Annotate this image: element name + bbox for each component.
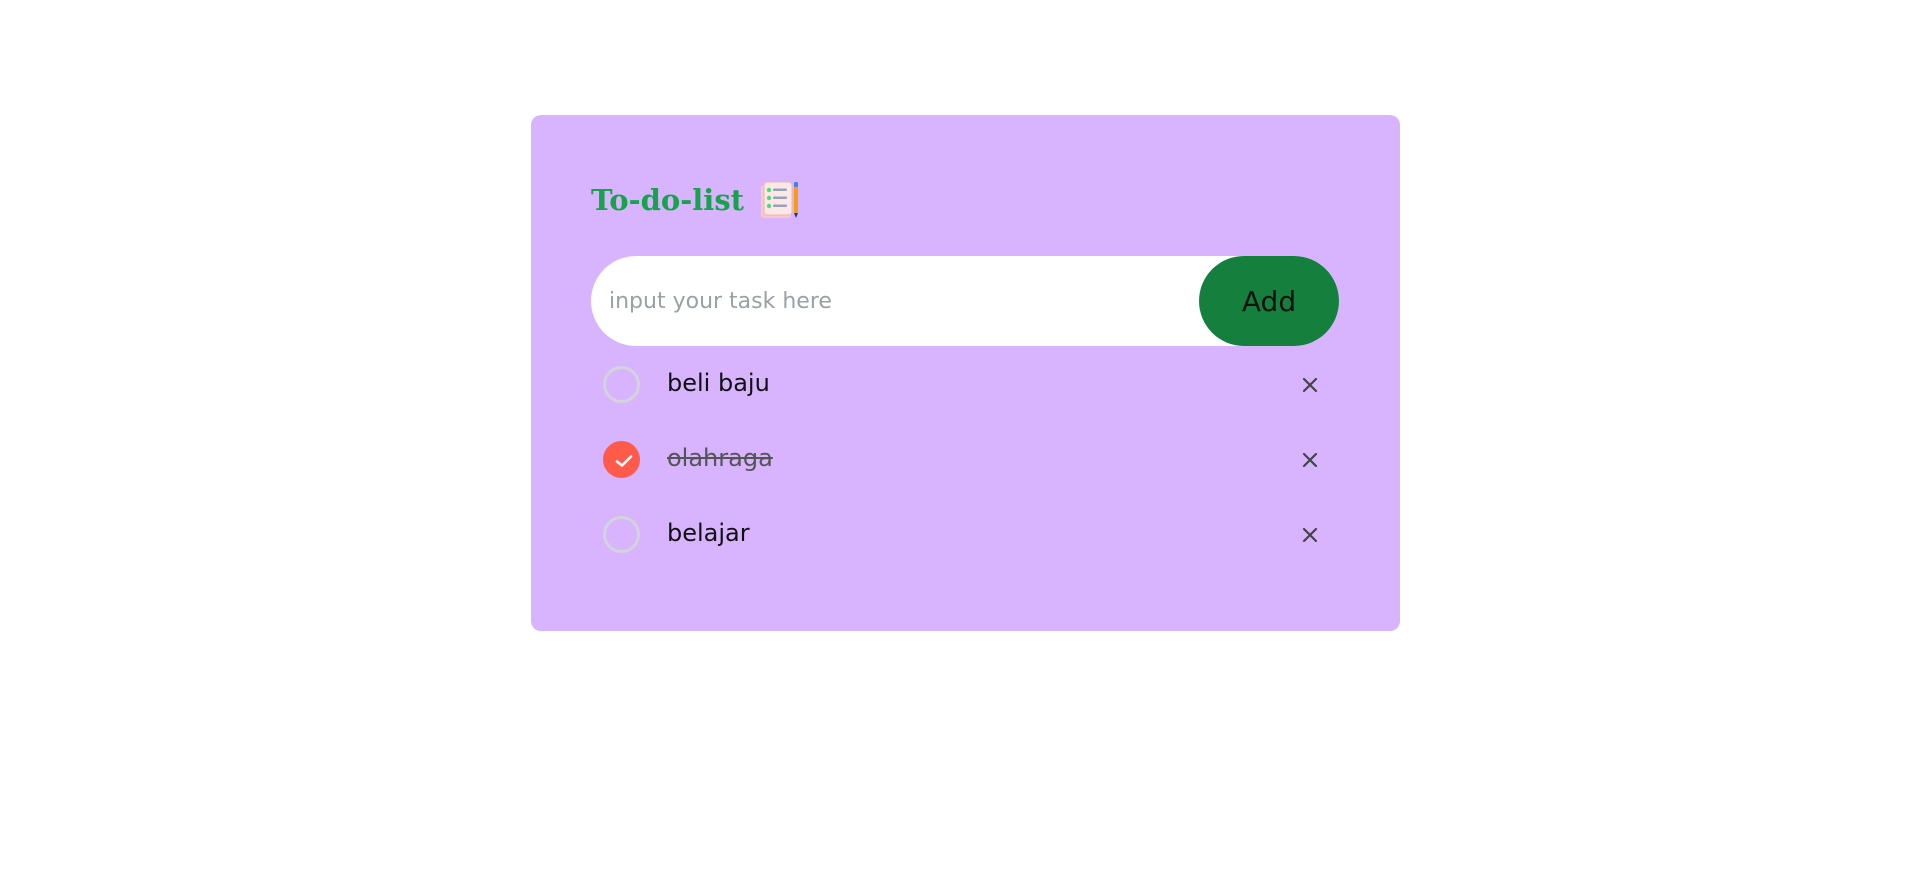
- close-icon[interactable]: [1298, 373, 1322, 397]
- task-checkbox[interactable]: [603, 366, 640, 403]
- close-icon[interactable]: [1298, 448, 1322, 472]
- task-checkbox-checked[interactable]: [603, 441, 640, 478]
- task-label[interactable]: belajar: [667, 519, 750, 547]
- task-label[interactable]: olahraga: [667, 444, 773, 472]
- list-item[interactable]: beli baju: [591, 347, 1339, 422]
- task-list: beli baju olahraga belajar: [591, 347, 1339, 572]
- add-button[interactable]: Add: [1199, 256, 1339, 346]
- task-input[interactable]: [591, 256, 1199, 346]
- task-checkbox[interactable]: [603, 516, 640, 553]
- list-item[interactable]: belajar: [591, 497, 1339, 572]
- close-icon[interactable]: [1298, 523, 1322, 547]
- task-input-row: Add: [591, 256, 1339, 346]
- check-icon: [615, 455, 633, 467]
- header: To-do-list: [591, 175, 800, 225]
- checklist-notebook-icon: [758, 179, 800, 221]
- app-title: To-do-list: [591, 183, 745, 217]
- task-label[interactable]: beli baju: [667, 369, 770, 397]
- list-item[interactable]: olahraga: [591, 422, 1339, 497]
- todo-card: To-do-list Add beli baju: [531, 115, 1400, 631]
